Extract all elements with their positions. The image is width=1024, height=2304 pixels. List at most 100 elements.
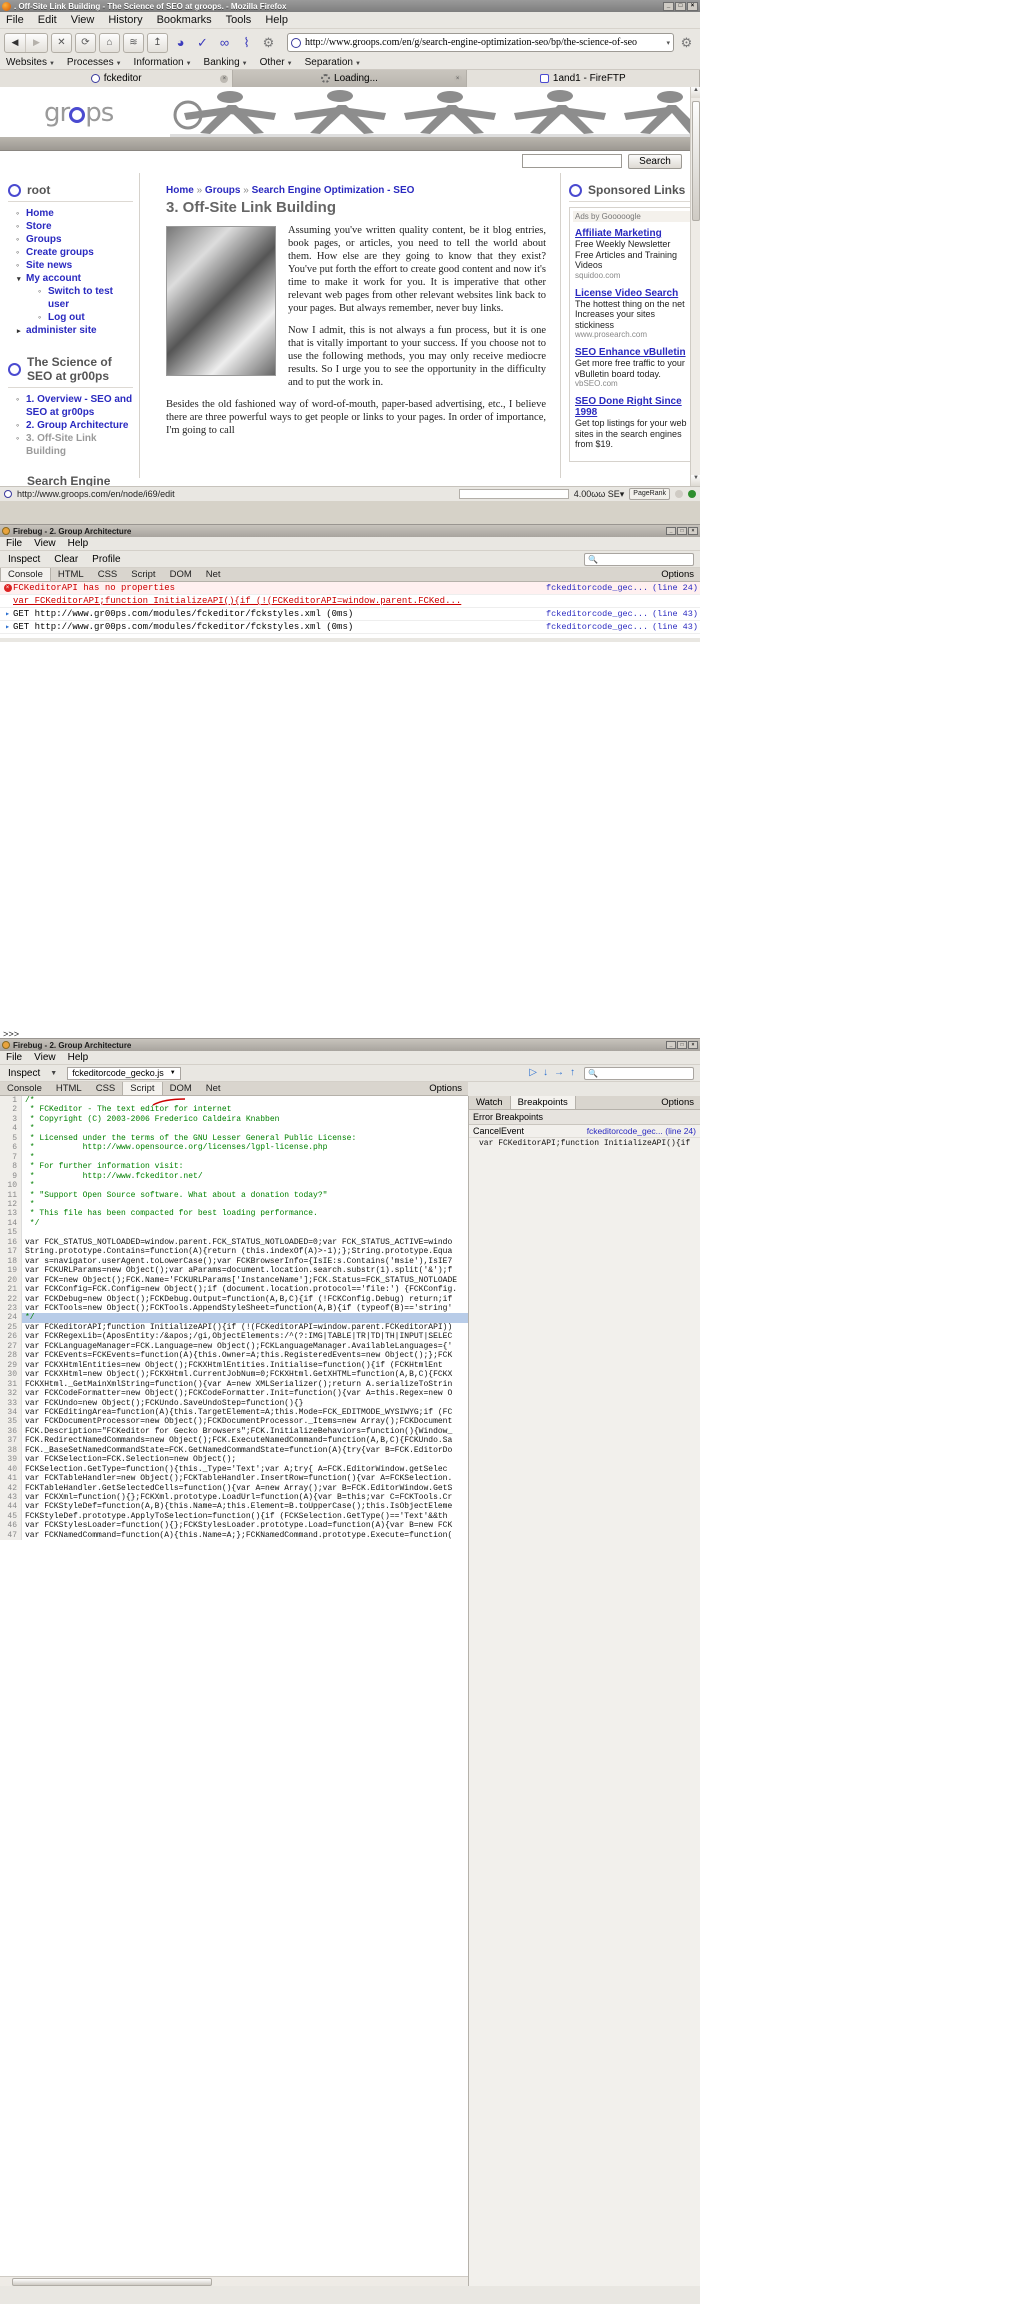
feed-button[interactable]: ≋: [123, 32, 144, 53]
close-icon[interactable]: ×: [453, 74, 462, 83]
close-button[interactable]: ×: [688, 1041, 698, 1049]
console-row[interactable]: ▸ GET http://www.gr00ps.com/modules/fcke…: [0, 621, 700, 634]
line-number[interactable]: 7: [0, 1152, 22, 1163]
reload-button[interactable]: ⟳: [75, 32, 96, 53]
source-line[interactable]: 31 FCKXHtml._GetMainXmlString=function(){…: [0, 1379, 468, 1390]
validate-button[interactable]: ✓: [193, 33, 212, 53]
tab-console[interactable]: Console: [0, 1082, 49, 1095]
line-number[interactable]: 19: [0, 1266, 22, 1276]
source-line[interactable]: 41 var FCKTableHandler=new Object();FCKTa…: [0, 1474, 468, 1484]
tab-breakpoints[interactable]: Breakpoints: [509, 1096, 576, 1109]
tab-fckeditor[interactable]: fckeditor ×: [0, 70, 234, 87]
scroll-up-icon[interactable]: ▲: [691, 87, 700, 98]
source-line[interactable]: 32 var FCKCodeFormatter=new Object();FCKC…: [0, 1389, 468, 1399]
line-number[interactable]: 45: [0, 1511, 22, 1522]
sidebar-item-home[interactable]: Home: [16, 207, 133, 220]
console-row[interactable]: var FCKeditorAPI;function InitializeAPI(…: [0, 595, 700, 608]
sidebar-item-switch-user[interactable]: Switch to test user: [38, 285, 133, 311]
source-line[interactable]: 19 var FCKURLParams=new Object();var aPar…: [0, 1266, 468, 1276]
console-line[interactable]: (line 43): [648, 622, 698, 632]
menu-file[interactable]: File: [6, 538, 22, 549]
source-line[interactable]: 23 var FCKTools=new Object();FCKTools.App…: [0, 1303, 468, 1314]
source-line[interactable]: 37 FCK.RedirectNamedCommands=new Object()…: [0, 1436, 468, 1446]
url-text[interactable]: http://www.groops.com/en/g/search-engine…: [305, 37, 663, 48]
firebug1-options-button[interactable]: Options: [661, 568, 694, 582]
tab-script[interactable]: Script: [124, 568, 162, 581]
sidebar-item-groups[interactable]: Groups: [16, 233, 133, 246]
line-number[interactable]: 30: [0, 1370, 22, 1380]
line-number[interactable]: 26: [0, 1332, 22, 1342]
minimize-button[interactable]: _: [666, 527, 676, 535]
source-line[interactable]: 1/*: [0, 1096, 468, 1106]
menu-file[interactable]: File: [6, 14, 24, 26]
source-hscrollbar[interactable]: [0, 2276, 468, 2286]
line-number[interactable]: 2: [0, 1105, 22, 1115]
expand-icon[interactable]: ▸: [2, 609, 13, 619]
breadcrumb-groups[interactable]: Groups: [205, 185, 241, 196]
firebug-button[interactable]: ⌇: [237, 33, 256, 53]
breadcrumb-home[interactable]: Home: [166, 185, 194, 196]
source-line[interactable]: 10 *: [0, 1181, 468, 1191]
maximize-button[interactable]: □: [675, 1, 686, 11]
tab-console[interactable]: Console: [0, 568, 51, 581]
source-line[interactable]: 18 var s=navigator.userAgent.toLowerCase(…: [0, 1256, 468, 1267]
line-number[interactable]: 35: [0, 1417, 22, 1427]
menu-history[interactable]: History: [108, 14, 142, 26]
source-line[interactable]: 25 var FCKeditorAPI;function InitializeAP…: [0, 1322, 468, 1333]
tab-fireftp[interactable]: 1and1 - FireFTP: [466, 70, 700, 87]
console-source[interactable]: fckeditorcode_gec...: [542, 622, 648, 632]
search-button[interactable]: Search: [628, 154, 682, 169]
sidebar-item-create-groups[interactable]: Create groups: [16, 246, 133, 259]
line-number[interactable]: 39: [0, 1455, 22, 1465]
line-number[interactable]: 46: [0, 1521, 22, 1531]
stop-button[interactable]: ✕: [51, 32, 72, 53]
breakpoint-source[interactable]: fckeditorcode_gec...: [587, 1126, 663, 1136]
menu-help[interactable]: Help: [265, 14, 288, 26]
bookmark-other[interactable]: Other ▼: [260, 57, 293, 68]
step-into-icon[interactable]: ↓: [543, 1067, 548, 1078]
sidebar-item-administer-site[interactable]: administer site: [16, 324, 133, 338]
source-line[interactable]: 24 */: [0, 1313, 468, 1323]
back-forward-group[interactable]: ◀ ▶: [4, 32, 48, 53]
firebug1-console[interactable]: × FCKeditorAPI has no properties fckedit…: [0, 582, 700, 638]
source-line[interactable]: 14 */: [0, 1218, 468, 1229]
console-line[interactable]: (line 24): [648, 583, 698, 593]
tab-html[interactable]: HTML: [49, 1082, 89, 1095]
breakpoint-row[interactable]: CancelEvent fckeditorcode_gec... (line 2…: [469, 1125, 700, 1138]
bookmark-separation[interactable]: Separation ▼: [305, 57, 361, 68]
firebug2-options-button[interactable]: Options: [429, 1082, 462, 1096]
line-number[interactable]: 43: [0, 1493, 22, 1503]
maximize-button[interactable]: □: [677, 1041, 687, 1049]
source-line[interactable]: 8 * For further information visit:: [0, 1162, 468, 1172]
tab-dom[interactable]: DOM: [163, 1082, 199, 1095]
source-line[interactable]: 40 FCKSelection.GetType=function(){this._…: [0, 1464, 468, 1475]
line-number[interactable]: 12: [0, 1199, 22, 1210]
source-line[interactable]: 45 FCKStyleDef.prototype.ApplyToSelection…: [0, 1511, 468, 1522]
step-over-icon[interactable]: →: [554, 1067, 564, 1078]
line-number[interactable]: 13: [0, 1209, 22, 1219]
sidebar-item-log-out[interactable]: Log out: [38, 311, 133, 324]
bookmark-websites[interactable]: Websites ▼: [6, 57, 55, 68]
menu-file[interactable]: File: [6, 1052, 22, 1063]
forward-icon[interactable]: ▶: [26, 34, 47, 52]
source-line[interactable]: 11 * "Support Open Source software. What…: [0, 1190, 468, 1200]
menu-view[interactable]: View: [34, 538, 56, 549]
clear-button[interactable]: Clear: [54, 554, 78, 565]
menu-bookmarks[interactable]: Bookmarks: [157, 14, 212, 26]
bookmark-information[interactable]: Information ▼: [134, 57, 192, 68]
inspect-button[interactable]: Inspect: [8, 1068, 40, 1079]
line-number[interactable]: 38: [0, 1445, 22, 1456]
line-number[interactable]: 25: [0, 1322, 22, 1333]
source-line[interactable]: 22 var FCKDebug=new Object();FCKDebug.Out…: [0, 1294, 468, 1304]
tab-net[interactable]: Net: [199, 568, 228, 581]
source-line[interactable]: 21 var FCKConfig=FCK.Config=new Object();…: [0, 1285, 468, 1295]
menu-view[interactable]: View: [34, 1052, 56, 1063]
source-line[interactable]: 47 var FCKNamedCommand=function(A){this.N…: [0, 1530, 468, 1541]
line-number[interactable]: 16: [0, 1237, 22, 1248]
source-viewer[interactable]: 1/* 2 * FCKeditor - The text editor for i…: [0, 1096, 468, 2286]
sidebar-item-offsite-link-building[interactable]: 3. Off-Site Link Building: [16, 432, 133, 458]
line-number[interactable]: 18: [0, 1256, 22, 1267]
glasses-button[interactable]: ∞: [215, 33, 234, 53]
source-line[interactable]: 17 String.prototype.Contains=function(A){…: [0, 1247, 468, 1257]
sidebar-item-my-account[interactable]: My account Switch to test user Log out: [16, 272, 133, 324]
